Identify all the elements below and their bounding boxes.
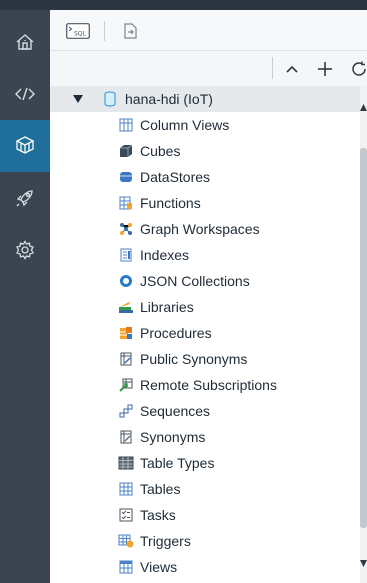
tree-item-label: Tasks [140,507,176,523]
tree-item-label: Public Synonyms [140,351,248,367]
code-icon [15,87,35,101]
activity-bar [0,10,50,583]
tree-toolbar [50,51,367,86]
tree-item-table-types[interactable]: Table Types [50,450,360,476]
tree-item-views[interactable]: Views [50,554,360,580]
procedure-icon [118,325,134,341]
sql-console-button[interactable]: SQL [66,22,90,40]
tree-item-label: Triggers [140,533,191,549]
tree-item-label: Functions [140,195,201,211]
database-explorer-panel: SQL hana-hdi (IoT) Column Views Cubes Da… [50,10,367,583]
top-header-strip [0,0,367,10]
settings-button[interactable] [0,224,50,276]
library-icon [118,299,134,315]
scroll-down-icon[interactable] [360,559,367,569]
tree-item-label: Cubes [140,143,181,159]
tree-item-remote-subscriptions[interactable]: Remote Subscriptions [50,372,360,398]
scroll-up-icon[interactable] [360,102,367,112]
tree-item-label: Graph Workspaces [140,221,260,237]
tree-item-tables[interactable]: Tables [50,476,360,502]
hdi-container-icon [102,91,118,107]
index-icon [118,247,134,263]
task-icon [118,507,134,523]
code-button[interactable] [0,68,50,120]
tree-item-procedures[interactable]: Procedures [50,320,360,346]
refresh-icon [351,61,366,76]
refresh-button[interactable] [350,60,367,78]
add-database-button[interactable] [316,60,334,78]
tree-item-label: DataStores [140,169,211,185]
synonym-icon [118,429,134,445]
collapse-all-button[interactable] [284,61,300,77]
tree-item-public-synonyms[interactable]: Public Synonyms [50,346,360,372]
tree-item-label: Libraries [140,299,194,315]
tree-toolbar-separator [272,57,273,79]
tree-item-label: Tables [140,481,181,497]
tree-item-label: Views [140,559,178,575]
tree-item-label: JSON Collections [140,273,250,289]
sql-console-label: SQL [74,31,87,38]
tree-item-label: Column Views [140,117,230,133]
tree-item-sequences[interactable]: Sequences [50,398,360,424]
table-type-icon [118,455,134,471]
function-icon [118,195,134,211]
home-icon [16,34,34,50]
tree-item-label: Table Types [140,455,215,471]
tree-item-tasks[interactable]: Tasks [50,502,360,528]
tree-item-datastores[interactable]: DataStores [50,164,360,190]
gear-icon [16,240,34,260]
tree-root-node[interactable]: hana-hdi (IoT) [50,86,360,112]
rocket-icon [16,190,33,207]
tree-item-indexes[interactable]: Indexes [50,242,360,268]
tree-root-label: hana-hdi (IoT) [125,91,213,107]
scrollbar-thumb[interactable] [360,148,367,528]
sql-console-icon: SQL [66,23,90,39]
caret-down-icon[interactable] [72,94,84,104]
tree-item-column-views[interactable]: Column Views [50,112,360,138]
tree-item-libraries[interactable]: Libraries [50,294,360,320]
explorer-toolbar: SQL [50,10,367,51]
tree-item-triggers[interactable]: Triggers [50,528,360,554]
add-icon [318,62,332,76]
column-views-icon [118,117,134,133]
tree-item-synonyms[interactable]: Synonyms [50,424,360,450]
tree-item-cubes[interactable]: Cubes [50,138,360,164]
tree-item-label: Sequences [140,403,211,419]
tree-item-label: Procedures [140,325,212,341]
collapse-icon [286,65,298,73]
view-icon [118,559,134,575]
tree-item-label: Remote Subscriptions [140,377,277,393]
trigger-icon [118,533,134,549]
deploy-button[interactable] [0,172,50,224]
json-icon [118,273,134,289]
cube-icon [118,143,134,159]
tree-item-functions[interactable]: Functions [50,190,360,216]
toolbar-separator [104,21,105,41]
database-explorer-button[interactable] [0,120,50,172]
tree-item-label: Synonyms [140,429,206,445]
public-synonym-icon [118,351,134,367]
graph-icon [118,221,134,237]
tree-item-json-collections[interactable]: JSON Collections [50,268,360,294]
sequence-icon [118,403,134,419]
datastore-icon [118,169,134,185]
database-explorer-icon [15,136,35,154]
object-tree: hana-hdi (IoT) Column Views Cubes DataSt… [50,86,360,583]
remote-subscription-icon [118,377,134,393]
import-icon [124,23,137,39]
tree-item-graph-workspaces[interactable]: Graph Workspaces [50,216,360,242]
import-button[interactable] [122,22,138,40]
home-button[interactable] [0,16,50,68]
tree-item-label: Indexes [140,247,190,263]
table-icon [118,481,134,497]
